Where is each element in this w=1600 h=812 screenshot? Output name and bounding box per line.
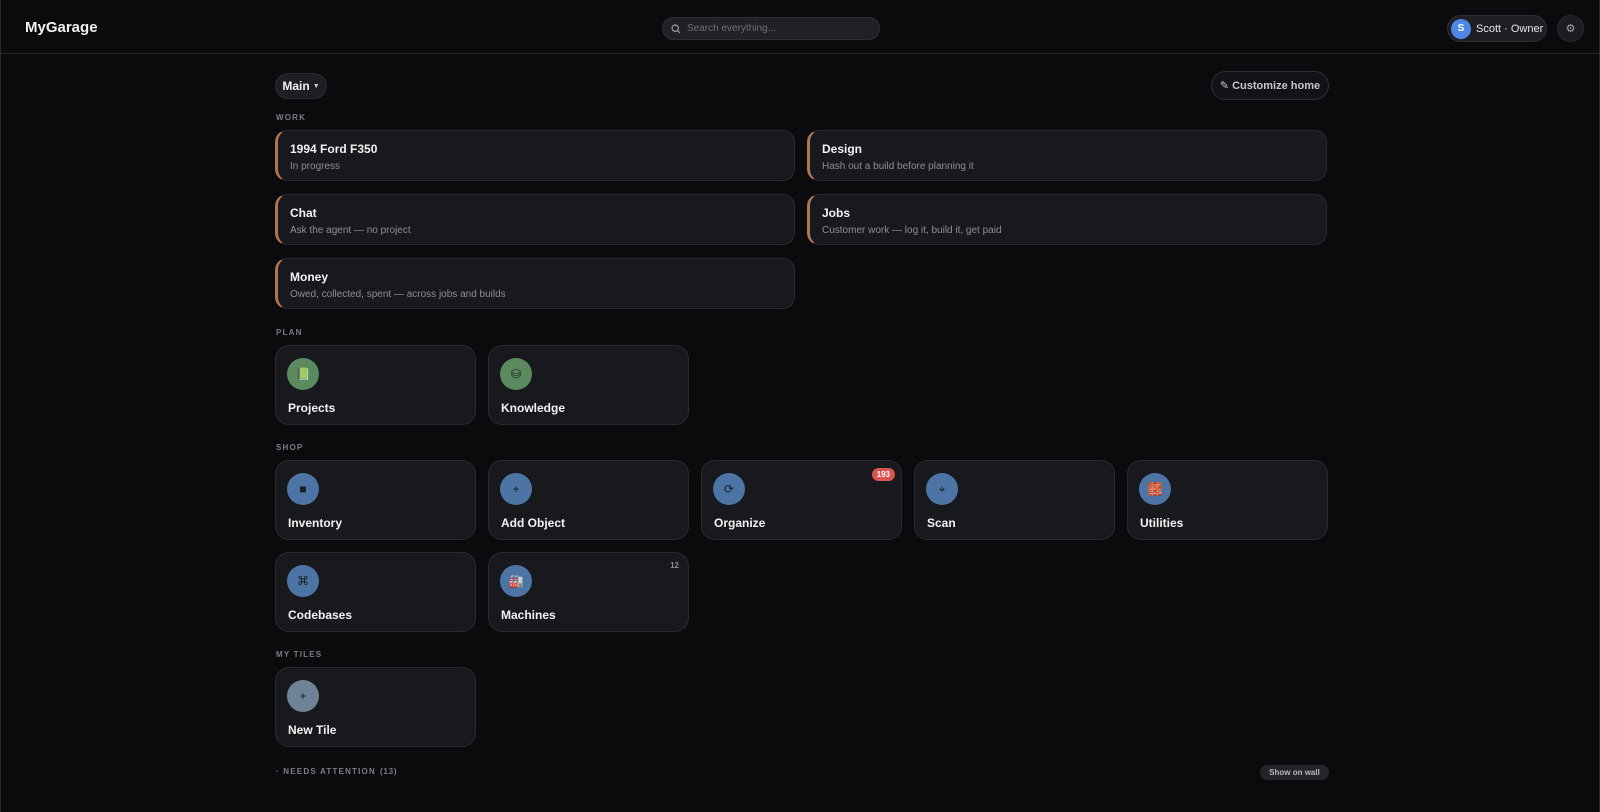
card-title: Jobs: [822, 206, 851, 220]
box-icon: ■: [287, 473, 319, 505]
tile-label: Inventory: [288, 516, 343, 530]
card-title: Design: [822, 142, 863, 156]
plus-icon: +: [287, 680, 319, 712]
section-label-shop: SHOP: [276, 443, 304, 452]
tile-scan[interactable]: ⌖ Scan: [914, 460, 1115, 540]
notebook-icon: 📗: [287, 358, 319, 390]
app-title[interactable]: MyGarage: [25, 19, 98, 36]
factory-icon: 🏭: [500, 565, 532, 597]
tile-projects[interactable]: 📗 Projects: [275, 345, 476, 425]
tile-label: Add Object: [501, 516, 566, 530]
app-frame: MyGarage S Scott · Owner ⚙ Main ▼ ✎ Cust…: [0, 0, 1600, 812]
search-icon: [671, 23, 681, 34]
card-title: 1994 Ford F350: [290, 142, 378, 156]
work-card-design[interactable]: Design Hash out a build before planning …: [807, 130, 1327, 181]
section-label-my-tiles: MY TILES: [276, 650, 323, 659]
refresh-icon: ⟳: [713, 473, 745, 505]
tile-new-tile[interactable]: + New Tile: [275, 667, 476, 747]
card-title: Money: [290, 270, 329, 284]
tile-utilities[interactable]: 🧱 Utilities: [1127, 460, 1328, 540]
needs-attention-label: · NEEDS ATTENTION: [276, 767, 376, 776]
work-card-ford-f350[interactable]: 1994 Ford F350 In progress: [275, 130, 795, 181]
home-selector-label: Main: [282, 79, 310, 93]
card-subtitle: Hash out a build before planning it: [822, 161, 974, 172]
tile-label: Utilities: [1140, 516, 1184, 530]
crosshair-icon: ⌖: [926, 473, 958, 505]
tile-label: Machines: [501, 608, 556, 622]
needs-attention-count: (13): [379, 767, 398, 776]
tile-codebases[interactable]: ⌘ Codebases: [275, 552, 476, 632]
show-on-wall-button[interactable]: Show on wall: [1260, 765, 1329, 780]
work-card-chat[interactable]: Chat Ask the agent — no project: [275, 194, 795, 245]
chevron-down-icon: ▼: [312, 82, 320, 90]
search-box[interactable]: [662, 17, 880, 40]
user-name: Scott · Owner: [1476, 22, 1544, 35]
tile-label: Knowledge: [501, 401, 566, 415]
tile-label: Projects: [288, 401, 336, 415]
tile-machines[interactable]: 🏭 Machines 12: [488, 552, 689, 632]
card-subtitle: Owed, collected, spent — across jobs and…: [290, 289, 506, 300]
search-input[interactable]: [687, 23, 867, 34]
gear-icon: ⚙: [1565, 23, 1576, 35]
tile-organize[interactable]: ⟳ Organize 193: [701, 460, 902, 540]
card-subtitle: Customer work — log it, build it, get pa…: [822, 225, 1002, 236]
section-label-plan: PLAN: [276, 328, 303, 337]
work-card-money[interactable]: Money Owed, collected, spent — across jo…: [275, 258, 795, 309]
plus-icon: +: [500, 473, 532, 505]
card-subtitle: Ask the agent — no project: [290, 225, 411, 236]
tile-inventory[interactable]: ■ Inventory: [275, 460, 476, 540]
tile-add-object[interactable]: + Add Object: [488, 460, 689, 540]
settings-button[interactable]: ⚙: [1557, 15, 1584, 42]
needs-attention-toggle[interactable]: · NEEDS ATTENTION (13): [276, 767, 397, 776]
card-title: Chat: [290, 206, 317, 220]
command-icon: ⌘: [287, 565, 319, 597]
notification-badge: 193: [871, 468, 895, 481]
user-menu[interactable]: S Scott · Owner: [1447, 15, 1547, 42]
tile-label: New Tile: [288, 723, 337, 737]
avatar: S: [1451, 18, 1471, 39]
work-card-jobs[interactable]: Jobs Customer work — log it, build it, g…: [807, 194, 1327, 245]
tile-label: Scan: [927, 516, 956, 530]
count-badge: 12: [670, 561, 679, 570]
section-label-work: WORK: [276, 113, 307, 122]
top-bar: MyGarage S Scott · Owner ⚙: [1, 0, 1600, 54]
tile-label: Codebases: [288, 608, 353, 622]
home-selector-dropdown[interactable]: Main ▼: [275, 73, 327, 99]
brick-icon: 🧱: [1139, 473, 1171, 505]
database-icon: ⛁: [500, 358, 532, 390]
card-subtitle: In progress: [290, 161, 341, 172]
customize-home-button[interactable]: ✎ Customize home: [1211, 71, 1329, 100]
tile-knowledge[interactable]: ⛁ Knowledge: [488, 345, 689, 425]
tile-label: Organize: [714, 516, 766, 530]
